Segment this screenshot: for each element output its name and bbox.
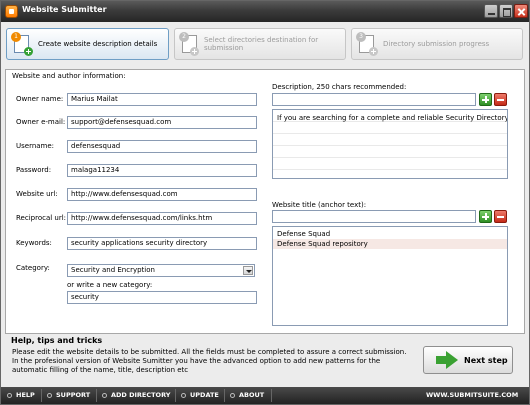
app-window: Website Submitter 1 Create website descr… [0, 0, 530, 405]
add-description-button[interactable] [479, 93, 492, 106]
remove-anchor-button[interactable] [494, 210, 507, 223]
bullet-icon [7, 392, 12, 398]
footer-help-link[interactable]: HELP [7, 391, 35, 399]
step-3-label: Directory submission progress [383, 40, 490, 48]
owner-name-label: Owner name: [16, 95, 64, 103]
anchor-title-list[interactable]: Defense Squad Defense Squad repository [272, 226, 508, 326]
close-button[interactable] [514, 4, 528, 18]
username-label: Username: [16, 142, 55, 150]
minimize-button[interactable] [484, 4, 498, 18]
step-3-button[interactable]: 3 Directory submission progress [351, 28, 523, 60]
help-text: Please edit the website details to be su… [12, 348, 407, 374]
reciprocal-url-label: Reciprocal url: [16, 214, 67, 222]
step-2-icon: 2 [179, 32, 199, 56]
password-label: Password: [16, 166, 52, 174]
step-2-button[interactable]: 2 Select directories destination for sub… [174, 28, 346, 60]
owner-email-label: Owner e-mail: [16, 118, 66, 126]
keywords-label: Keywords: [16, 239, 52, 247]
footer-site-link[interactable]: WWW.SUBMITSUITE.COM [426, 391, 518, 399]
username-input[interactable]: defensesquad [67, 140, 257, 153]
bullet-icon [181, 392, 186, 398]
owner-name-input[interactable]: Marius Mailat [67, 93, 257, 106]
title-bar[interactable]: Website Submitter [1, 1, 529, 22]
category-label: Category: [16, 264, 50, 272]
owner-email-input[interactable]: support@defensesquad.com [67, 116, 257, 129]
list-item[interactable]: Defense Squad repository [273, 239, 507, 249]
bullet-icon [230, 392, 235, 398]
app-icon [5, 5, 18, 18]
footer-about-link[interactable]: ABOUT [230, 391, 264, 399]
help-panel: Help, tips and tricks Please edit the we… [5, 336, 525, 384]
description-label: Description, 250 chars recommended: [272, 83, 407, 91]
footer-support-link[interactable]: SUPPORT [47, 391, 90, 399]
step-1-button[interactable]: 1 Create website description details [6, 28, 169, 60]
footer-bar: HELP SUPPORT ADD DIRECTORY UPDATE ABOUT … [1, 387, 529, 404]
description-input[interactable] [272, 93, 476, 106]
reciprocal-url-input[interactable]: http://www.defensesquad.com/links.htm [67, 212, 257, 225]
keywords-input[interactable]: security applications security directory [67, 237, 257, 250]
new-category-input[interactable]: security [67, 291, 257, 304]
description-list-item[interactable]: If you are searching for a complete and … [273, 113, 507, 123]
next-step-label: Next step [464, 355, 508, 365]
anchor-title-label: Website title (anchor text): [272, 201, 367, 209]
category-selected-value: Security and Encryption [71, 266, 155, 274]
remove-description-button[interactable] [494, 93, 507, 106]
help-title: Help, tips and tricks [11, 336, 103, 345]
maximize-button[interactable] [499, 4, 513, 18]
footer-update-link[interactable]: UPDATE [181, 391, 219, 399]
step-1-icon: 1 [11, 32, 33, 56]
add-anchor-button[interactable] [479, 210, 492, 223]
website-info-panel: Website and author information: Owner na… [5, 69, 525, 334]
anchor-title-input[interactable] [272, 210, 476, 223]
new-category-label: or write a new category: [67, 281, 153, 289]
window-title: Website Submitter [22, 5, 107, 14]
bullet-icon [102, 392, 107, 398]
bullet-icon [47, 392, 52, 398]
footer-add-directory-link[interactable]: ADD DIRECTORY [102, 391, 170, 399]
website-url-label: Website url: [16, 190, 58, 198]
step-1-label: Create website description details [38, 40, 158, 48]
wizard-steps: 1 Create website description details 2 S… [1, 22, 529, 67]
arrow-right-icon [436, 351, 458, 369]
website-url-input[interactable]: http://www.defensesquad.com [67, 188, 257, 201]
next-step-button[interactable]: Next step [423, 346, 513, 374]
form-legend: Website and author information: [12, 72, 126, 80]
category-select[interactable]: Security and Encryption [67, 264, 255, 277]
password-input[interactable]: malaga11234 [67, 164, 257, 177]
step-3-icon: 3 [356, 32, 378, 56]
description-list[interactable]: If you are searching for a complete and … [272, 109, 508, 179]
list-item[interactable]: Defense Squad [273, 229, 507, 239]
chevron-down-icon[interactable] [243, 266, 253, 275]
step-2-label: Select directories destination for submi… [203, 36, 319, 52]
